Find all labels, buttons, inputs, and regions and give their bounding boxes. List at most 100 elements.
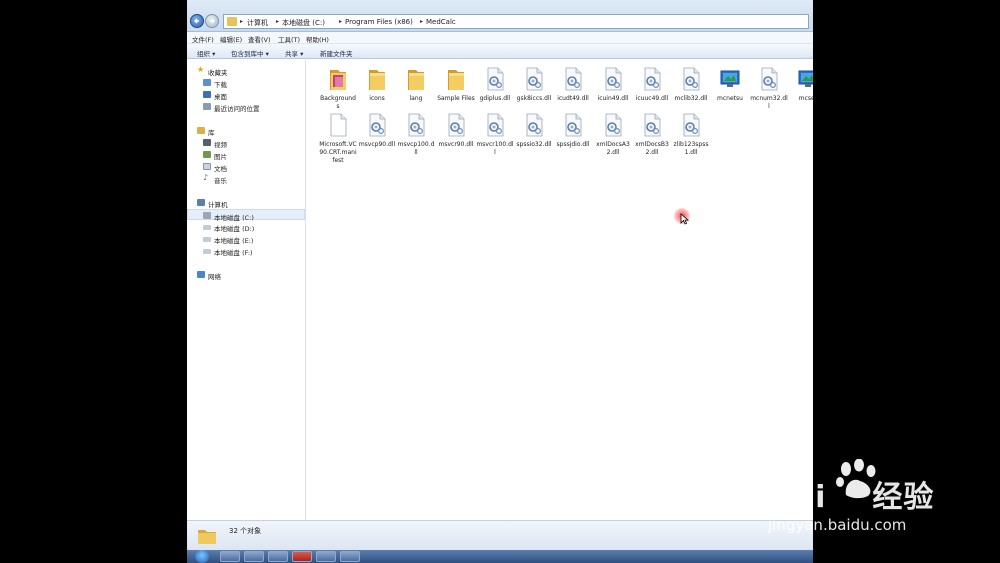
menu-edit[interactable]: 编辑(E) bbox=[220, 34, 242, 44]
nav-drive-d[interactable]: 本地磁盘 (D:) bbox=[187, 221, 305, 233]
file-item[interactable]: mcser bbox=[789, 66, 813, 114]
chevron-right-icon: ▸ bbox=[240, 18, 244, 25]
application-icon bbox=[720, 70, 740, 87]
forward-button[interactable] bbox=[205, 14, 219, 28]
file-item[interactable]: Microsoft.VC90.CRT.manifest bbox=[319, 112, 357, 164]
menu-help[interactable]: 帮助(H) bbox=[306, 34, 329, 44]
include-in-library-button[interactable]: 包含到库中 ▾ bbox=[231, 48, 269, 58]
file-item[interactable]: icuuc49.dll bbox=[633, 66, 671, 114]
dll-file-icon bbox=[526, 67, 543, 91]
chevron-right-icon: ▸ bbox=[420, 18, 424, 25]
music-note-icon: ♪ bbox=[203, 173, 209, 182]
status-bar: 32 个对象 bbox=[187, 520, 813, 550]
file-item[interactable]: msvcr90.dll bbox=[437, 112, 475, 160]
item-count: 32 个对象 bbox=[229, 527, 262, 535]
baidu-watermark: Bai 经验 jingyan.baidu.com bbox=[766, 455, 996, 545]
file-item[interactable]: gdiplus.dll bbox=[476, 66, 514, 114]
file-item[interactable]: Backgrounds bbox=[319, 66, 357, 114]
breadcrumb-drive-c[interactable]: 本地磁盘 (C:) bbox=[282, 18, 325, 28]
file-item[interactable]: spssjdio.dll bbox=[554, 112, 592, 160]
nav-drive-e[interactable]: 本地磁盘 (E:) bbox=[187, 233, 305, 245]
watermark-brand-cn: 经验 bbox=[872, 480, 935, 515]
nav-libraries[interactable]: 库 bbox=[187, 125, 305, 137]
taskbar-app-3[interactable] bbox=[268, 551, 288, 562]
breadcrumb-computer[interactable]: 计算机 bbox=[247, 18, 268, 28]
nav-label: 本地磁盘 (E:) bbox=[214, 237, 254, 245]
file-item[interactable]: mclib32.dll bbox=[672, 66, 710, 114]
folder-icon bbox=[198, 530, 216, 544]
file-name: gdiplus.dll bbox=[479, 95, 511, 102]
file-name: icons bbox=[369, 95, 385, 102]
menu-bar: 文件(F) 编辑(E) 查看(V) 工具(T) 帮助(H) bbox=[187, 32, 813, 44]
file-name: Backgrounds bbox=[320, 95, 356, 110]
file-item[interactable]: zlib123spss1.dll bbox=[672, 112, 710, 160]
breadcrumb-program-files[interactable]: Program Files (x86) bbox=[345, 18, 413, 26]
new-folder-button[interactable]: 新建文件夹 bbox=[320, 48, 353, 58]
file-item[interactable]: lang bbox=[397, 66, 435, 114]
nav-pictures[interactable]: 图片 bbox=[187, 149, 305, 161]
address-bar[interactable]: ▸ 计算机 ▸ 本地磁盘 (C:) ▸ Program Files (x86) … bbox=[223, 14, 809, 29]
nav-desktop[interactable]: 桌面 bbox=[187, 89, 305, 101]
file-item[interactable]: gsk8iccs.dll bbox=[515, 66, 553, 114]
file-item[interactable]: icons bbox=[358, 66, 396, 114]
taskbar-app-2[interactable] bbox=[244, 551, 264, 562]
command-bar: 组织 ▾ 包含到库中 ▾ 共享 ▾ 新建文件夹 bbox=[187, 44, 813, 59]
file-item[interactable]: mcnum32.dll bbox=[750, 66, 788, 114]
nav-label: 本地磁盘 (F:) bbox=[214, 249, 253, 257]
dll-file-icon bbox=[683, 113, 700, 137]
start-button[interactable] bbox=[195, 550, 209, 563]
dll-file-icon bbox=[605, 67, 622, 91]
taskbar-app-6[interactable] bbox=[340, 551, 360, 562]
nav-drive-c[interactable]: 本地磁盘 (C:) bbox=[187, 209, 305, 222]
menu-tools[interactable]: 工具(T) bbox=[278, 34, 300, 44]
nav-label: 收藏夹 bbox=[208, 69, 228, 77]
nav-videos[interactable]: 视频 bbox=[187, 137, 305, 149]
folder-icon bbox=[408, 70, 424, 90]
nav-label: 下载 bbox=[214, 81, 227, 89]
dll-file-icon bbox=[408, 113, 425, 137]
dll-file-icon bbox=[526, 113, 543, 137]
back-button[interactable] bbox=[190, 14, 204, 28]
breadcrumb-medcalc[interactable]: MedCalc bbox=[426, 18, 456, 26]
file-item[interactable]: spssio32.dll bbox=[515, 112, 553, 160]
file-item[interactable]: msvcp90.dll bbox=[358, 112, 396, 160]
organize-button[interactable]: 组织 ▾ bbox=[197, 48, 215, 58]
nav-downloads[interactable]: 下载 bbox=[187, 77, 305, 89]
application-icon bbox=[798, 70, 813, 87]
address-row: ▸ 计算机 ▸ 本地磁盘 (C:) ▸ Program Files (x86) … bbox=[187, 0, 813, 32]
dll-file-icon bbox=[761, 67, 778, 91]
dll-file-icon bbox=[487, 113, 504, 137]
nav-documents[interactable]: 文档 bbox=[187, 161, 305, 173]
share-button[interactable]: 共享 ▾ bbox=[285, 48, 303, 58]
watermark-brand-en: Bai bbox=[770, 480, 827, 515]
mouse-cursor bbox=[674, 208, 690, 225]
nav-recent[interactable]: 最近访问的位置 bbox=[187, 101, 305, 113]
recent-places-icon bbox=[203, 103, 211, 110]
folder-icon bbox=[369, 70, 385, 90]
file-name: mclib32.dll bbox=[674, 95, 708, 102]
file-name: msvcr100.dll bbox=[476, 141, 514, 156]
taskbar-app-5[interactable] bbox=[316, 551, 336, 562]
file-item[interactable]: xmlDocsB32.dll bbox=[633, 112, 671, 160]
dll-file-icon bbox=[605, 113, 622, 137]
nav-label: 文档 bbox=[214, 165, 227, 173]
file-item[interactable]: xmlDocsA32.dll bbox=[594, 112, 632, 160]
nav-network[interactable]: 网络 bbox=[187, 269, 305, 281]
file-item[interactable]: msvcp100.dll bbox=[397, 112, 435, 160]
nav-computer[interactable]: 计算机 bbox=[187, 197, 305, 209]
nav-music[interactable]: ♪ 音乐 bbox=[187, 173, 305, 185]
menu-view[interactable]: 查看(V) bbox=[248, 34, 271, 44]
file-item[interactable]: icudt49.dll bbox=[554, 66, 592, 114]
file-item[interactable]: icuin49.dll bbox=[594, 66, 632, 114]
nav-favorites[interactable]: ★ 收藏夹 bbox=[187, 65, 305, 77]
nav-drive-f[interactable]: 本地磁盘 (F:) bbox=[187, 245, 305, 257]
file-item[interactable]: msvcr100.dll bbox=[476, 112, 514, 160]
drive-icon bbox=[203, 237, 211, 242]
taskbar-explorer[interactable] bbox=[220, 551, 240, 562]
file-item[interactable]: Sample Files bbox=[437, 66, 475, 114]
file-item[interactable]: mcnetsu bbox=[711, 66, 749, 114]
nav-label: 计算机 bbox=[208, 201, 228, 209]
taskbar-app-4[interactable] bbox=[292, 551, 312, 562]
menu-file[interactable]: 文件(F) bbox=[192, 34, 214, 44]
file-list: Backgrounds icons lang Sample Files gdiplus.… bbox=[307, 60, 813, 520]
